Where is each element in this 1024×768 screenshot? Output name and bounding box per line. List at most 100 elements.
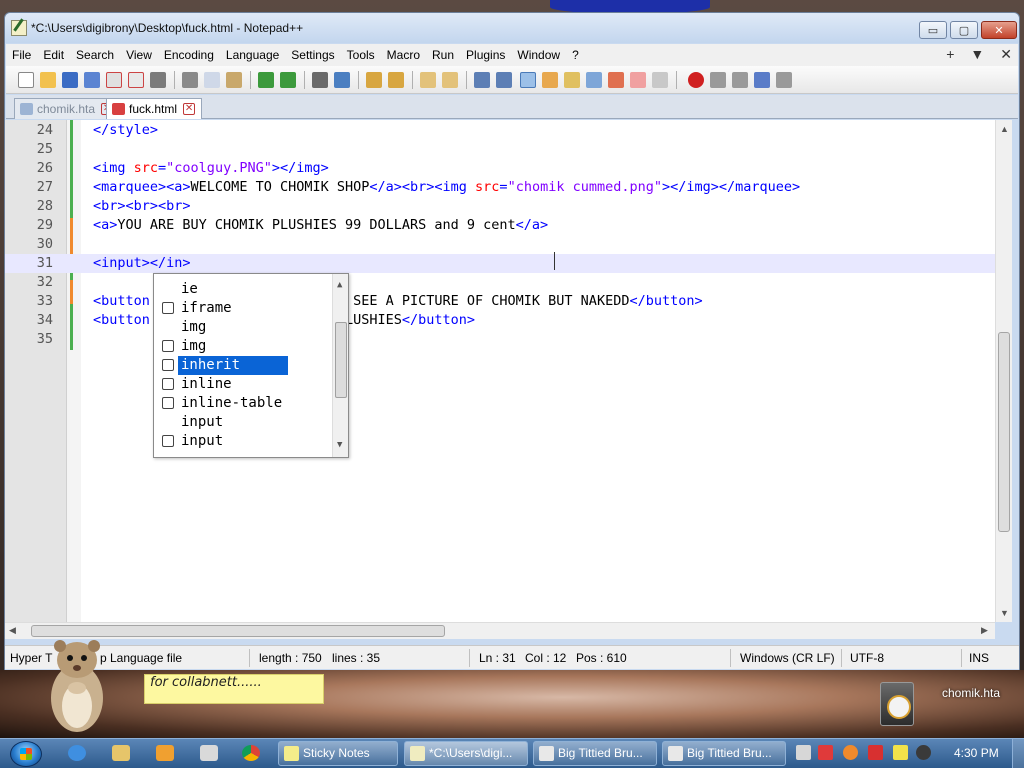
tray-search-icon[interactable] bbox=[843, 745, 858, 760]
sticky-note[interactable]: for collabnett...... bbox=[144, 674, 324, 704]
menu-view[interactable]: View bbox=[120, 48, 158, 62]
status-insert-mode[interactable]: INS bbox=[969, 651, 989, 665]
undo-icon[interactable] bbox=[258, 72, 274, 88]
autocomplete-item[interactable]: iframe bbox=[154, 299, 330, 318]
close-file-icon[interactable] bbox=[106, 72, 122, 88]
code-line[interactable]: 26 <img src="coolguy.PNG"></img> bbox=[5, 159, 995, 178]
code-line[interactable]: 28 <br><br><br> bbox=[5, 197, 995, 216]
show-desktop-button[interactable] bbox=[1012, 739, 1024, 768]
tab-chomik-hta[interactable]: chomik.hta ✕ bbox=[14, 98, 121, 119]
preview-eye-icon[interactable] bbox=[652, 72, 668, 88]
calculator-icon[interactable] bbox=[200, 745, 218, 761]
scroll-up-icon[interactable]: ▲ bbox=[1000, 124, 1009, 134]
menu-language[interactable]: Language bbox=[220, 48, 285, 62]
find-icon[interactable] bbox=[312, 72, 328, 88]
record-macro-icon[interactable] bbox=[688, 72, 704, 88]
menu-plugins[interactable]: Plugins bbox=[460, 48, 511, 62]
play-macro-icon[interactable] bbox=[732, 72, 748, 88]
tray-media-icon[interactable] bbox=[916, 745, 931, 760]
menu-search[interactable]: Search bbox=[70, 48, 120, 62]
save-all-icon[interactable] bbox=[84, 72, 100, 88]
doc-map-icon[interactable] bbox=[564, 72, 580, 88]
close-document-icon[interactable]: ✕ bbox=[1000, 46, 1012, 63]
scroll-down-icon[interactable]: ▼ bbox=[1000, 608, 1009, 618]
chomik-hta-file-icon[interactable] bbox=[880, 682, 914, 726]
autocomplete-item[interactable]: img bbox=[154, 318, 330, 337]
hamster-desktop-pet[interactable] bbox=[46, 628, 108, 736]
tab-fuck-html[interactable]: fuck.html ✕ bbox=[106, 98, 203, 119]
menu-macro[interactable]: Macro bbox=[381, 48, 426, 62]
menu-settings[interactable]: Settings bbox=[285, 48, 340, 62]
menu-edit[interactable]: Edit bbox=[37, 48, 70, 62]
autocomplete-item[interactable]: img bbox=[154, 337, 330, 356]
taskbar-sticky-notes[interactable]: Sticky Notes bbox=[278, 741, 398, 766]
zoom-in-icon[interactable] bbox=[366, 72, 382, 88]
copy-icon[interactable] bbox=[204, 72, 220, 88]
vertical-scrollbar[interactable]: ▲ ▼ bbox=[995, 120, 1012, 622]
cut-icon[interactable] bbox=[182, 72, 198, 88]
media-player-icon[interactable] bbox=[156, 745, 174, 761]
code-line[interactable]: 25 bbox=[5, 140, 995, 159]
autocomplete-scrollbar[interactable]: ▲ ▼ bbox=[332, 274, 348, 457]
horizontal-scrollbar[interactable]: ◀ ▶ bbox=[5, 622, 995, 639]
close-all-icon[interactable] bbox=[128, 72, 144, 88]
vertical-scroll-thumb[interactable] bbox=[998, 332, 1010, 532]
internet-explorer-icon[interactable] bbox=[68, 745, 86, 761]
function-list-icon[interactable] bbox=[586, 72, 602, 88]
menu-file[interactable]: File bbox=[6, 48, 37, 62]
autocomplete-item[interactable]: input bbox=[154, 413, 330, 432]
status-encoding[interactable]: UTF-8 bbox=[850, 651, 884, 665]
menu-encoding[interactable]: Encoding bbox=[158, 48, 220, 62]
print-icon[interactable] bbox=[150, 72, 166, 88]
autocomplete-item[interactable]: inherit bbox=[154, 356, 330, 375]
chrome-icon[interactable] bbox=[242, 745, 260, 761]
code-line[interactable]: 27 <marquee><a>WELCOME TO CHOMIK SHOP</a>… bbox=[5, 178, 995, 197]
monitor-icon[interactable] bbox=[630, 72, 646, 88]
menu-tools[interactable]: Tools bbox=[341, 48, 381, 62]
stop-macro-icon[interactable] bbox=[710, 72, 726, 88]
scroll-down-icon[interactable]: ▼ bbox=[337, 440, 342, 450]
tab-close-icon[interactable]: ✕ bbox=[183, 103, 196, 115]
word-wrap-icon[interactable] bbox=[474, 72, 490, 88]
zoom-out-icon[interactable] bbox=[388, 72, 404, 88]
menu-run[interactable]: Run bbox=[426, 48, 460, 62]
autocomplete-item[interactable]: ie bbox=[154, 280, 330, 299]
new-file-icon[interactable] bbox=[18, 72, 34, 88]
sync-vertical-icon[interactable] bbox=[420, 72, 436, 88]
udl-icon[interactable] bbox=[542, 72, 558, 88]
scroll-up-icon[interactable]: ▲ bbox=[337, 280, 342, 290]
autocomplete-item[interactable]: inline bbox=[154, 375, 330, 394]
title-bar[interactable]: *C:\Users\digibrony\Desktop\fuck.html - … bbox=[5, 13, 1019, 43]
file-explorer-icon[interactable] bbox=[112, 745, 130, 761]
tray-tool-icon[interactable] bbox=[818, 745, 833, 760]
taskbar-window-2[interactable]: Big Tittied Bru... bbox=[662, 741, 786, 766]
status-eol[interactable]: Windows (CR LF) bbox=[740, 651, 835, 665]
autocomplete-scroll-thumb[interactable] bbox=[335, 322, 347, 398]
folder-workspace-icon[interactable] bbox=[608, 72, 624, 88]
indent-guide-icon[interactable] bbox=[520, 72, 536, 88]
code-line[interactable]: 29 <a>YOU ARE BUY CHOMIK PLUSHIES 99 DOLL… bbox=[5, 216, 995, 235]
menu-window[interactable]: Window bbox=[511, 48, 566, 62]
show-all-chars-icon[interactable] bbox=[496, 72, 512, 88]
minimize-button[interactable]: ▭ bbox=[919, 21, 947, 39]
autocomplete-item[interactable]: inline-table bbox=[154, 394, 330, 413]
flag-icon[interactable] bbox=[868, 745, 883, 760]
menu-help[interactable]: ? bbox=[566, 48, 585, 62]
tray-app-icon[interactable] bbox=[796, 745, 811, 760]
maximize-button[interactable]: ▢ bbox=[950, 21, 978, 39]
tray-note-icon[interactable] bbox=[893, 745, 908, 760]
sync-horizontal-icon[interactable] bbox=[442, 72, 458, 88]
open-file-icon[interactable] bbox=[40, 72, 56, 88]
scroll-right-icon[interactable]: ▶ bbox=[981, 625, 988, 636]
autocomplete-list[interactable]: ie iframe img img inherit inline inline-table i… bbox=[153, 273, 349, 458]
redo-icon[interactable] bbox=[280, 72, 296, 88]
code-line[interactable]: 24 </style> bbox=[5, 121, 995, 140]
paste-icon[interactable] bbox=[226, 72, 242, 88]
autocomplete-item[interactable]: input bbox=[154, 432, 330, 451]
save-icon[interactable] bbox=[62, 72, 78, 88]
scroll-left-icon[interactable]: ◀ bbox=[9, 625, 16, 636]
save-macro-icon[interactable] bbox=[776, 72, 792, 88]
new-tab-plus-icon[interactable]: + bbox=[946, 46, 954, 63]
code-line[interactable]: 30 bbox=[5, 235, 995, 254]
run-macro-multiple-icon[interactable] bbox=[754, 72, 770, 88]
